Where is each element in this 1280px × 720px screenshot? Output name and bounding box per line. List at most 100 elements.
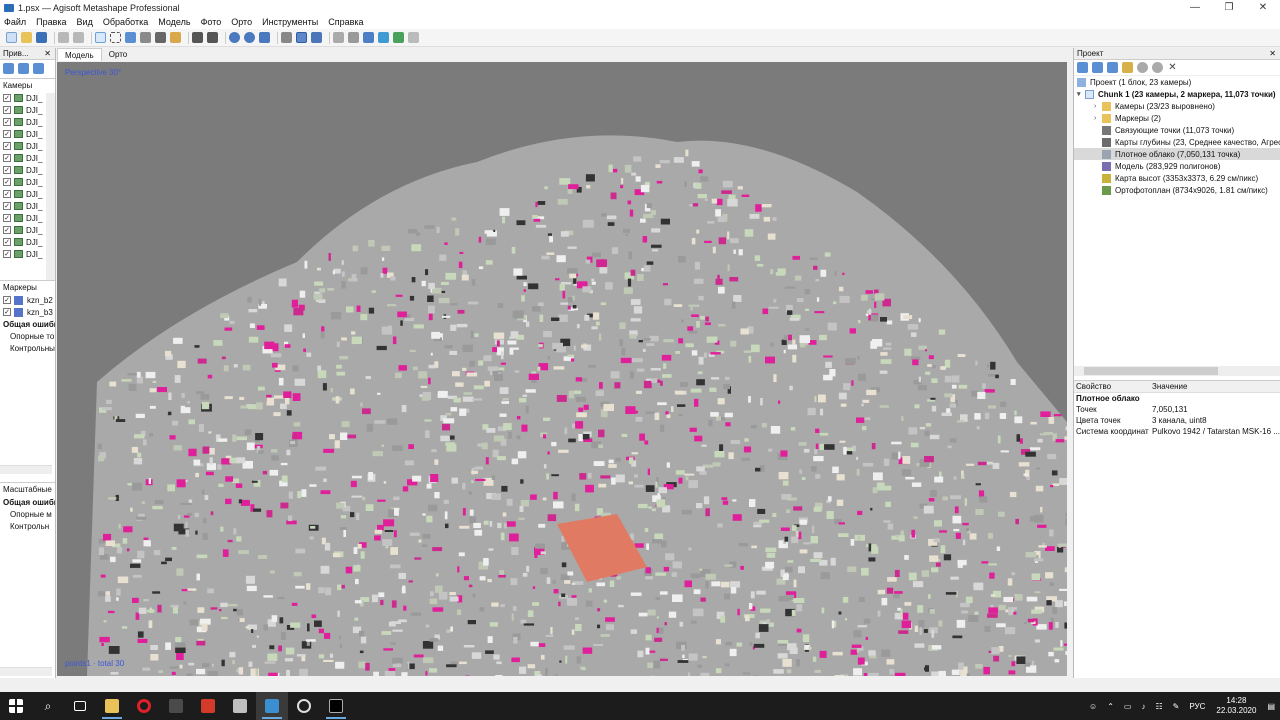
network-icon[interactable]: ☷	[1155, 702, 1162, 711]
horizontal-scrollbar[interactable]	[0, 667, 52, 676]
close-panel-icon[interactable]: ✕	[44, 48, 51, 60]
export-reference-icon[interactable]	[18, 62, 29, 74]
app-gray-button[interactable]	[224, 692, 256, 720]
navigation-icon[interactable]	[95, 32, 106, 43]
search-button[interactable]: ⌕	[32, 692, 64, 720]
new-project-icon[interactable]	[6, 32, 17, 43]
property-row[interactable]: Система координат Pulkovo 1942 / Tatarsta…	[1074, 426, 1280, 437]
checkbox[interactable]: ✓	[3, 238, 11, 246]
explorer-button[interactable]	[96, 692, 128, 720]
reset-view-icon[interactable]	[259, 32, 270, 43]
checkbox[interactable]: ✓	[3, 94, 11, 102]
ruler-icon[interactable]	[155, 32, 166, 43]
checkbox[interactable]: ✓	[3, 142, 11, 150]
checkbox[interactable]: ✓	[3, 250, 11, 258]
delete-selection-icon[interactable]	[192, 32, 203, 43]
close-panel-icon[interactable]: ✕	[1269, 48, 1276, 60]
move-object-icon[interactable]	[140, 32, 151, 43]
menu-model[interactable]: Модель	[158, 17, 190, 27]
show-shapes-icon[interactable]	[378, 32, 389, 43]
disable-icon[interactable]	[1152, 62, 1163, 73]
language-indicator[interactable]: РУС	[1189, 702, 1205, 711]
update-icon[interactable]	[33, 62, 44, 74]
show-markers-icon[interactable]	[363, 32, 374, 43]
dense-cloud-view-icon[interactable]	[296, 32, 307, 43]
notifications-icon[interactable]: ▤	[1267, 702, 1275, 711]
menu-edit[interactable]: Правка	[36, 17, 66, 27]
crop-selection-icon[interactable]	[207, 32, 218, 43]
tree-item[interactable]: Плотное облако (7,050,131 точка)	[1074, 148, 1280, 160]
marker-row[interactable]: ✓ kzn_b2	[0, 294, 55, 306]
tree-item[interactable]: Ортофотоплан (8734x9026, 1.81 см/пикс)	[1074, 184, 1280, 196]
rectangle-selection-icon[interactable]	[110, 32, 121, 43]
tree-item[interactable]: › Маркеры (2)	[1074, 112, 1280, 124]
add-chunk-icon[interactable]	[1077, 62, 1088, 73]
chevron-up-icon[interactable]: ⌃	[1107, 702, 1114, 711]
tree-item[interactable]: Карты глубины (23, Среднее качество, Агр…	[1074, 136, 1280, 148]
checkbox[interactable]: ✓	[3, 202, 11, 210]
draw-icon[interactable]	[170, 32, 181, 43]
chevron-right-icon[interactable]: ›	[1094, 103, 1102, 110]
checkbox[interactable]: ✓	[3, 226, 11, 234]
checkbox[interactable]: ✓	[3, 190, 11, 198]
checkbox[interactable]: ✓	[3, 214, 11, 222]
property-row[interactable]: Цвета точек 3 канала, uint8	[1074, 415, 1280, 426]
maximize-button[interactable]: ❐	[1212, 0, 1246, 15]
add-marker-icon[interactable]	[1122, 62, 1133, 73]
zoom-out-icon[interactable]	[244, 32, 255, 43]
minimize-button[interactable]: —	[1178, 0, 1212, 15]
undo-icon[interactable]	[58, 32, 69, 43]
volume-icon[interactable]: ♪	[1141, 702, 1145, 711]
terminal-button[interactable]	[320, 692, 352, 720]
vertical-scrollbar[interactable]	[46, 93, 55, 295]
task-view-button[interactable]	[64, 692, 96, 720]
app-red-button[interactable]	[192, 692, 224, 720]
checkbox[interactable]: ✓	[3, 308, 11, 316]
menu-tools[interactable]: Инструменты	[262, 17, 318, 27]
pen-icon[interactable]: ✎	[1173, 702, 1180, 711]
checkbox[interactable]: ✓	[3, 130, 11, 138]
start-button[interactable]	[0, 692, 32, 720]
menu-file[interactable]: Файл	[4, 17, 26, 27]
opera-button[interactable]	[128, 692, 160, 720]
metashape-taskbar-button[interactable]	[256, 692, 288, 720]
show-images-icon[interactable]	[348, 32, 359, 43]
menu-view[interactable]: Вид	[77, 17, 93, 27]
tab-ortho[interactable]: Орто	[102, 48, 135, 61]
tree-item[interactable]: Связующие точки (11,073 точки)	[1074, 124, 1280, 136]
checkbox[interactable]: ✓	[3, 296, 11, 304]
checkbox[interactable]: ✓	[3, 118, 11, 126]
horizontal-scrollbar[interactable]	[1074, 366, 1280, 376]
enable-icon[interactable]	[1137, 62, 1148, 73]
battery-icon[interactable]: ▭	[1124, 702, 1132, 711]
grid-icon[interactable]	[408, 32, 419, 43]
zoom-in-icon[interactable]	[229, 32, 240, 43]
add-folder-icon[interactable]	[1107, 62, 1118, 73]
property-row[interactable]: Точек 7,050,131	[1074, 404, 1280, 415]
model-viewport[interactable]: Perspective 30° points1 · total 30	[57, 62, 1067, 676]
calculator-button[interactable]	[160, 692, 192, 720]
checkbox[interactable]: ✓	[3, 154, 11, 162]
checkbox[interactable]: ✓	[3, 106, 11, 114]
menu-ortho[interactable]: Орто	[231, 17, 252, 27]
tree-item[interactable]: Модель (283,929 полигонов)	[1074, 160, 1280, 172]
add-photos-icon[interactable]	[1092, 62, 1103, 73]
tree-project-root[interactable]: Проект (1 блок, 23 камеры)	[1074, 76, 1280, 88]
menu-photo[interactable]: Фото	[201, 17, 222, 27]
cameras-view-icon[interactable]	[333, 32, 344, 43]
remove-icon[interactable]: ✕	[1167, 62, 1178, 73]
marker-row[interactable]: ✓ kzn_b3	[0, 306, 55, 318]
tab-model[interactable]: Модель	[57, 48, 102, 61]
chevron-down-icon[interactable]: ▾	[1077, 90, 1085, 98]
open-project-icon[interactable]	[21, 32, 32, 43]
clock[interactable]: 14:28 22.03.2020	[1216, 696, 1256, 716]
chevron-right-icon[interactable]: ›	[1094, 115, 1102, 122]
tree-item[interactable]: Карта высот (3353x3373, 6.29 см/пикс)	[1074, 172, 1280, 184]
horizontal-scrollbar[interactable]	[0, 465, 52, 474]
checkbox[interactable]: ✓	[3, 166, 11, 174]
import-reference-icon[interactable]	[3, 62, 14, 74]
tree-chunk[interactable]: ▾ Chunk 1 (23 камеры, 2 маркера, 11,073 т…	[1074, 88, 1280, 100]
people-icon[interactable]: ☺	[1089, 702, 1097, 711]
checkbox[interactable]: ✓	[3, 178, 11, 186]
menu-help[interactable]: Справка	[328, 17, 363, 27]
